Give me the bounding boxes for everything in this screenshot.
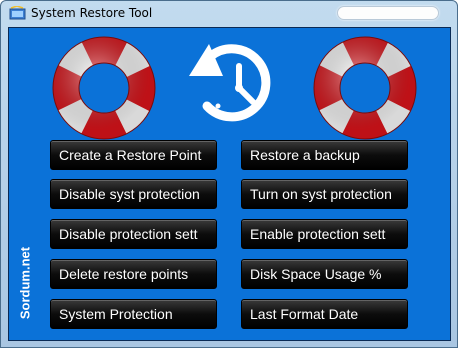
lifebuoy-icon [313,36,417,140]
app-window: System Restore Tool Sordum.net Create a … [0,0,458,348]
brand-label: Sordum.net [12,233,38,333]
restore-backup-button[interactable]: Restore a backup [241,140,408,170]
last-format-date-button[interactable]: Last Format Date [241,299,408,329]
turn-on-syst-protection-button[interactable]: Turn on syst protection [241,179,408,209]
restore-clock-icon [189,44,271,122]
main-panel: Sordum.net Create a Restore Point Restor… [8,27,451,341]
disable-protection-sett-button[interactable]: Disable protection sett [50,219,217,249]
titlebar-glow [337,6,439,20]
disable-syst-protection-button[interactable]: Disable syst protection [50,179,217,209]
enable-protection-sett-button[interactable]: Enable protection sett [241,219,408,249]
title-bar[interactable]: System Restore Tool [1,1,457,27]
system-protection-button[interactable]: System Protection [50,299,217,329]
create-restore-point-button[interactable]: Create a Restore Point [50,140,217,170]
lifebuoy-icon [52,36,156,140]
window-title: System Restore Tool [31,6,153,20]
app-icon [9,6,26,20]
brand-text: Sordum.net [17,246,33,320]
disk-space-usage-button[interactable]: Disk Space Usage % [241,259,408,289]
delete-restore-points-button[interactable]: Delete restore points [50,259,217,289]
